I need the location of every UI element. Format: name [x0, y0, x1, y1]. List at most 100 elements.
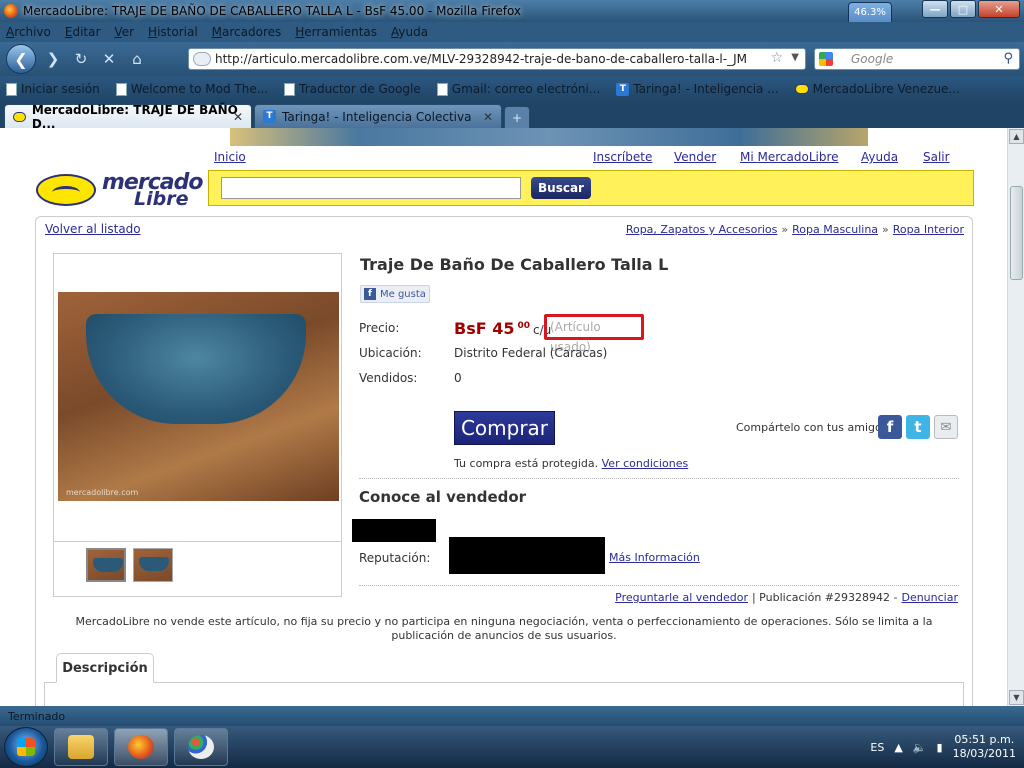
breadcrumb-item[interactable]: Ropa, Zapatos y Accesorios — [626, 223, 778, 236]
link-salir[interactable]: Salir — [923, 150, 950, 164]
buscar-button[interactable]: Buscar — [531, 177, 591, 199]
bookmark-item[interactable]: Welcome to Mod The... — [115, 82, 268, 96]
reload-button[interactable]: ↻ — [70, 48, 92, 70]
scrollbar-thumb[interactable] — [1010, 186, 1023, 280]
redacted-seller-name — [352, 519, 436, 542]
link-ayuda[interactable]: Ayuda — [861, 150, 898, 164]
back-button[interactable]: ❮ — [6, 44, 36, 74]
listing-panel: Volver al listado Ropa, Zapatos y Acceso… — [35, 216, 973, 706]
maximize-button[interactable]: □ — [950, 0, 976, 18]
network-icon[interactable]: ▮ — [937, 741, 943, 754]
page-icon — [6, 82, 17, 96]
thumbnail-1[interactable] — [86, 548, 126, 582]
publication-row: Preguntarle al vendedor | Publicación #2… — [615, 591, 958, 604]
new-tab-button[interactable]: + — [504, 106, 530, 128]
ver-condiciones-link[interactable]: Ver condiciones — [602, 457, 689, 470]
bookmark-star-icon[interactable]: ☆ — [770, 50, 783, 66]
facebook-like-button[interactable]: f Me gusta — [360, 285, 430, 303]
home-icon: ⌂ — [132, 50, 142, 68]
menu-historial[interactable]: Historial — [148, 25, 198, 39]
tab-descripcion[interactable]: Descripción — [56, 653, 154, 683]
minimize-button[interactable]: — — [922, 0, 948, 18]
close-button[interactable]: ✕ — [978, 0, 1020, 18]
windows-logo-icon — [17, 738, 35, 756]
breadcrumb-item[interactable]: Ropa Masculina — [792, 223, 878, 236]
email-share-icon[interactable]: ✉ — [934, 415, 958, 439]
firefox-icon — [4, 4, 18, 18]
thumbnail-2[interactable] — [133, 548, 173, 582]
mercadolibre-icon — [794, 84, 809, 94]
navigation-toolbar: ❮ ❯ ↻ ✕ ⌂ http://articulo.mercadolibre.c… — [0, 42, 1024, 76]
ask-seller-link[interactable]: Preguntarle al vendedor — [615, 591, 748, 604]
reputation-label: Reputación: — [359, 551, 431, 565]
forward-button[interactable]: ❯ — [42, 48, 64, 70]
menu-bar: Archivo Editar Ver Historial Marcadores … — [0, 22, 1024, 42]
url-text[interactable]: http://articulo.mercadolibre.com.ve/MLV-… — [215, 52, 747, 66]
protected-purchase-text: Tu compra está protegida. Ver condicione… — [454, 457, 689, 470]
bookmark-item[interactable]: MercadoLibre Venezue... — [794, 82, 960, 96]
site-identity-icon[interactable] — [193, 52, 211, 66]
back-arrow-icon: ❮ — [14, 49, 28, 69]
bookmark-item[interactable]: Iniciar sesión — [6, 82, 100, 96]
link-inicio[interactable]: Inicio — [214, 150, 246, 164]
search-box[interactable]: Google ⚲ — [814, 48, 1020, 70]
tray-arrow-icon[interactable]: ▲ — [894, 741, 902, 754]
search-placeholder[interactable]: Google — [851, 52, 893, 66]
close-tab-icon[interactable]: ✕ — [483, 110, 493, 124]
taskbar-firefox[interactable] — [114, 728, 168, 766]
vertical-scrollbar[interactable]: ▲ ▼ — [1007, 128, 1024, 706]
twitter-share-icon[interactable]: t — [906, 415, 930, 439]
scroll-down-icon[interactable]: ▼ — [1009, 690, 1024, 705]
search-icon[interactable]: ⚲ — [1003, 51, 1013, 66]
link-vender[interactable]: Vender — [674, 150, 716, 164]
menu-ver[interactable]: Ver — [114, 25, 134, 39]
language-indicator[interactable]: ES — [870, 741, 884, 754]
close-tab-icon[interactable]: ✕ — [233, 110, 243, 124]
address-bar[interactable]: http://articulo.mercadolibre.com.ve/MLV-… — [188, 48, 806, 70]
menu-editar[interactable]: Editar — [65, 25, 101, 39]
product-gallery: mercadolibre.com — [53, 253, 342, 597]
menu-marcadores[interactable]: Marcadores — [212, 25, 282, 39]
facebook-share-icon[interactable]: f — [878, 415, 902, 439]
menu-ayuda[interactable]: Ayuda — [391, 25, 428, 39]
forward-arrow-icon: ❯ — [46, 50, 60, 68]
more-info-link[interactable]: Más Información — [609, 551, 700, 564]
comprar-button[interactable]: Comprar — [454, 411, 555, 445]
taskbar-explorer[interactable] — [54, 728, 108, 766]
start-button[interactable] — [4, 727, 48, 767]
photo-watermark: mercadolibre.com — [66, 488, 139, 497]
bookmark-item[interactable]: T Taringa! - Inteligencia ... — [616, 82, 779, 96]
clock[interactable]: 05:51 p.m. 18/03/2011 — [953, 733, 1016, 761]
link-mi-mercadolibre[interactable]: Mi MercadoLibre — [740, 150, 839, 164]
site-search-bar: Buscar — [208, 170, 974, 206]
report-link[interactable]: Denunciar — [901, 591, 958, 604]
gallery-divider — [54, 541, 341, 542]
back-to-list-link[interactable]: Volver al listado — [45, 222, 141, 236]
menu-archivo[interactable]: Archivo — [6, 25, 51, 39]
volume-icon[interactable]: 🔈 — [913, 741, 927, 754]
page-icon — [284, 82, 296, 96]
menu-herramientas[interactable]: Herramientas — [295, 25, 377, 39]
mercadolibre-logo[interactable]: mercado Libre — [36, 168, 203, 210]
scroll-up-icon[interactable]: ▲ — [1009, 129, 1024, 144]
taringa-icon: T — [616, 82, 630, 96]
location-label: Ubicación: — [359, 346, 422, 360]
url-dropdown-icon[interactable]: ▼ — [791, 52, 799, 63]
tab-taringa[interactable]: T Taringa! - Inteligencia Colectiva ✕ — [254, 104, 502, 128]
site-search-input[interactable] — [221, 177, 521, 199]
breadcrumb-separator-icon: » — [882, 223, 889, 236]
share-label: Compártelo con tus amigos: — [736, 421, 892, 434]
product-photo[interactable]: mercadolibre.com — [58, 292, 339, 501]
bookmark-item[interactable]: Gmail: correo electróni... — [436, 82, 600, 96]
status-bar: Terminado — [0, 706, 1024, 726]
product-title: Traje De Baño De Caballero Talla L — [360, 255, 669, 274]
tab-mercadolibre[interactable]: MercadoLibre: TRAJE DE BAÑO D... ✕ — [4, 103, 252, 131]
bookmark-item[interactable]: Traductor de Google — [284, 82, 421, 96]
clock-date: 18/03/2011 — [952, 747, 1016, 760]
taskbar-paint[interactable] — [174, 728, 228, 766]
stop-button[interactable]: ✕ — [98, 48, 120, 70]
link-inscribete[interactable]: Inscríbete — [593, 150, 652, 164]
google-icon[interactable] — [819, 52, 833, 66]
breadcrumb-item[interactable]: Ropa Interior — [893, 223, 964, 236]
home-button[interactable]: ⌂ — [126, 48, 148, 70]
